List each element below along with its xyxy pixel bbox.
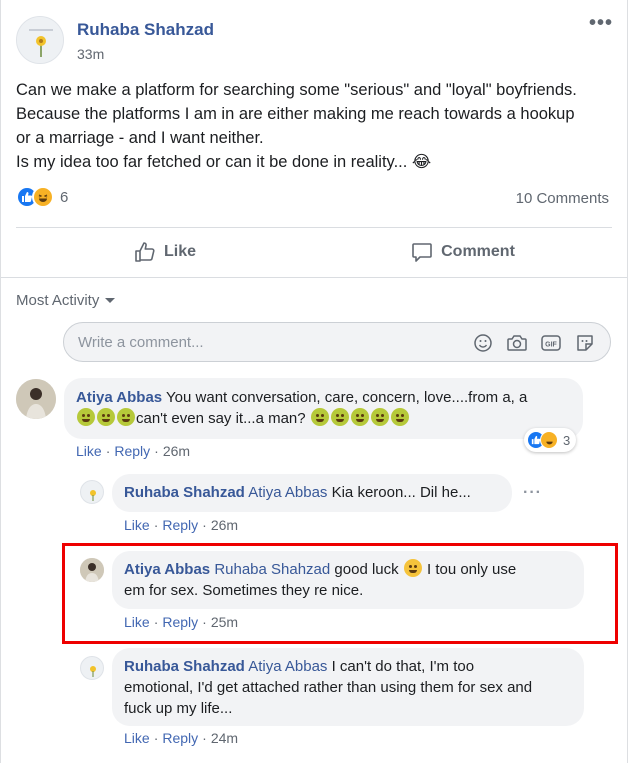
comment-composer[interactable]: GIF: [63, 322, 611, 362]
comment-reactions[interactable]: 3: [524, 428, 577, 452]
comment-text: can't even say it...a man?: [136, 410, 306, 427]
comment-button[interactable]: Comment: [314, 228, 612, 276]
comment-text: I tou only use: [426, 561, 517, 578]
haha-reaction-icon: [32, 186, 54, 208]
thumbs-up-icon: [135, 242, 155, 262]
nauseated-emoji-icon: [97, 408, 115, 426]
comment-reply-link[interactable]: Reply: [162, 614, 198, 630]
post-body: Can we make a platform for searching som…: [16, 78, 616, 174]
comment-author[interactable]: Atiya Abbas: [76, 389, 162, 406]
comment-text: emotional, I'd get attached rather than …: [124, 679, 533, 696]
post-time[interactable]: 33m: [77, 46, 104, 62]
comment-bubble: Atiya Abbas You want conversation, care,…: [64, 378, 583, 439]
camera-icon[interactable]: [506, 332, 528, 354]
comment-like-link[interactable]: Like: [124, 517, 150, 533]
comment-mention[interactable]: Atiya Abbas: [248, 484, 327, 501]
comment-like-link[interactable]: Like: [124, 730, 150, 746]
svg-text:GIF: GIF: [545, 342, 557, 349]
comment-text: You want conversation, care, concern, lo…: [166, 389, 528, 406]
commenter-avatar[interactable]: [80, 480, 104, 504]
comment-mention[interactable]: Atiya Abbas: [248, 658, 327, 675]
post-line: Can we make a platform for searching som…: [16, 81, 577, 99]
comment-text: fuck up my life...: [124, 700, 233, 717]
nauseated-emoji-icon: [350, 408, 369, 426]
more-options-icon[interactable]: ···: [523, 484, 542, 502]
comment-bubble: Atiya Abbas Ruhaba Shahzad good luck I t…: [112, 551, 584, 609]
comment-time[interactable]: 24m: [211, 730, 238, 746]
comment-time[interactable]: 25m: [211, 614, 238, 630]
comment-like-link[interactable]: Like: [76, 443, 102, 459]
commenter-avatar[interactable]: [80, 558, 104, 582]
commenter-avatar[interactable]: [80, 656, 104, 680]
divider: [1, 277, 627, 278]
comment-bubble: Ruhaba Shahzad Atiya Abbas I can't do th…: [112, 648, 584, 726]
post-line: or a marriage - and I want neither.: [16, 129, 264, 147]
nauseated-emoji-icon: [370, 408, 389, 426]
comment-meta: Like · Reply · 26m: [76, 443, 191, 459]
like-button[interactable]: Like: [16, 228, 314, 276]
comment-label: Comment: [441, 243, 515, 260]
post-line: Because the platforms I am in are either…: [16, 105, 575, 123]
comment-input[interactable]: [78, 331, 438, 353]
nauseated-emoji-icon: [117, 408, 135, 426]
more-options-icon[interactable]: •••: [589, 12, 613, 35]
comment-meta: Like · Reply · 24m: [124, 730, 239, 746]
comment-text: I can't do that, I'm too: [331, 658, 475, 675]
comment-reaction-count: 3: [563, 432, 571, 448]
comment-meta: Like · Reply · 26m: [124, 517, 239, 533]
nauseated-emoji-icon: [310, 408, 329, 426]
comment-like-link[interactable]: Like: [124, 614, 150, 630]
nauseated-emoji-icon: [77, 408, 95, 426]
emoji-icon[interactable]: [472, 332, 494, 354]
post-actions: Like Comment: [16, 228, 612, 276]
chevron-down-icon: [105, 298, 116, 303]
comment-meta: Like · Reply · 25m: [124, 614, 239, 630]
comment-bubble: Ruhaba Shahzad Atiya Abbas Kia keroon...…: [112, 474, 512, 512]
nauseated-emoji-icon: [390, 408, 409, 426]
comment-reply-link[interactable]: Reply: [114, 443, 150, 459]
composer-icons: GIF: [472, 332, 596, 354]
commenter-avatar[interactable]: [16, 379, 56, 419]
comment-time[interactable]: 26m: [163, 443, 190, 459]
like-label: Like: [163, 243, 196, 260]
comment-author[interactable]: Atiya Abbas: [124, 561, 210, 578]
comment-time[interactable]: 26m: [211, 517, 238, 533]
reactions-summary[interactable]: 6: [16, 186, 68, 208]
comment-mention[interactable]: Ruhaba Shahzad: [214, 561, 330, 578]
author-avatar[interactable]: [16, 16, 64, 64]
comment-sort-dropdown[interactable]: Most Activity: [16, 292, 116, 309]
gif-icon[interactable]: GIF: [540, 332, 562, 354]
comment-reply-link[interactable]: Reply: [162, 517, 198, 533]
comment-text: em for sex. Sometimes they re nice.: [124, 582, 364, 599]
comment-author[interactable]: Ruhaba Shahzad: [124, 484, 245, 501]
nauseated-emoji-icon: [330, 408, 349, 426]
facebook-post: Ruhaba Shahzad 33m ••• Can we make a pla…: [0, 0, 628, 763]
comment-author[interactable]: Ruhaba Shahzad: [124, 658, 245, 675]
post-line: Is my idea too far fetched or can it be …: [16, 153, 432, 171]
comment-text: Kia keroon... Dil he...: [331, 484, 471, 501]
comment-reply-link[interactable]: Reply: [162, 730, 198, 746]
haha-reaction-icon: [540, 431, 558, 449]
reaction-count: 6: [60, 188, 69, 206]
post-author[interactable]: Ruhaba Shahzad: [77, 20, 214, 40]
sticker-icon[interactable]: [574, 332, 596, 354]
smiling-emoji-icon: [403, 559, 422, 577]
comments-count-link[interactable]: 10 Comments: [516, 190, 609, 207]
sort-label: Most Activity: [16, 292, 100, 309]
comment-text: good luck: [334, 561, 399, 578]
comment-icon: [412, 243, 432, 262]
